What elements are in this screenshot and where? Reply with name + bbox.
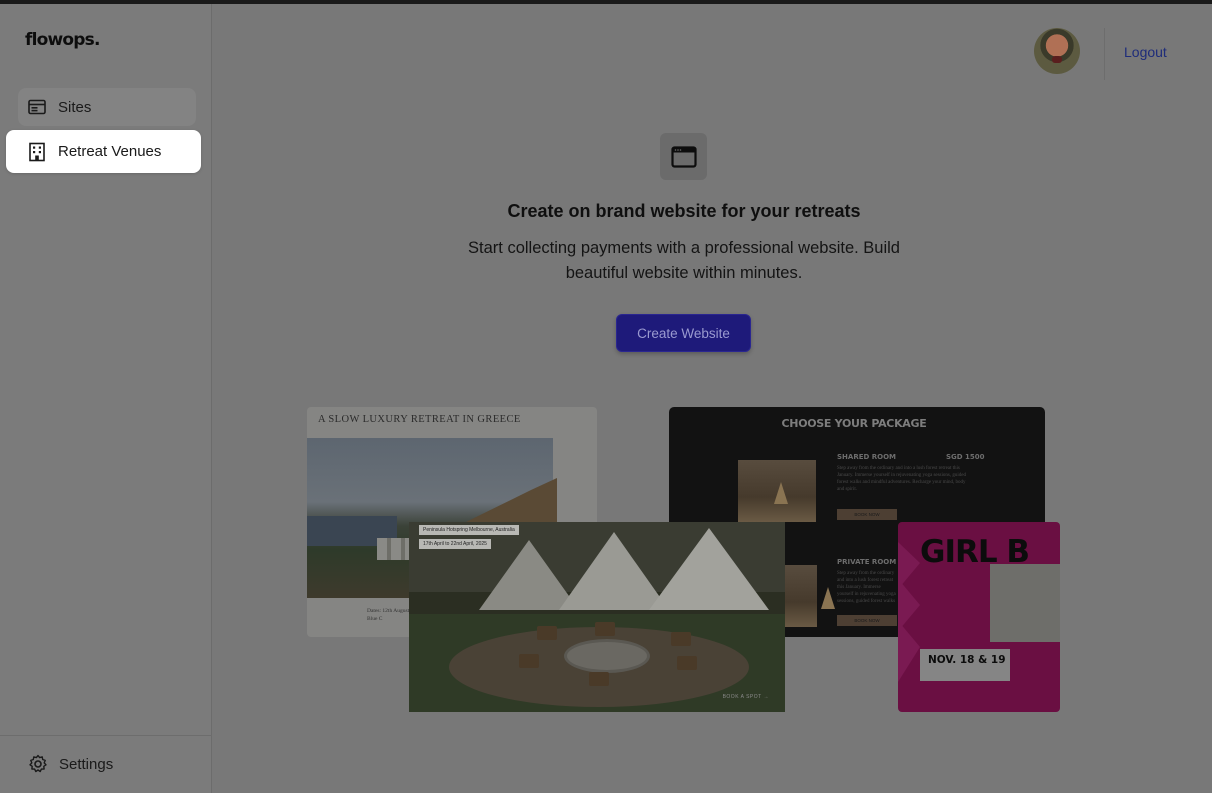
gear-icon: [28, 754, 48, 774]
empty-state-subtitle: Start collecting payments with a profess…: [404, 236, 964, 286]
footer-line: Dates: 12th August: [367, 608, 410, 614]
divider: [1104, 28, 1105, 80]
sidebar-item-label: Retreat Venues: [58, 143, 162, 160]
browser-window-icon: [27, 97, 47, 117]
footer-line: Blue C: [367, 616, 383, 622]
room-description: Step away from the ordinary and into a l…: [837, 466, 966, 492]
dates-tag: 17th April to 22nd April, 2025: [419, 539, 491, 549]
poster-photo: [990, 564, 1060, 642]
book-now-button: BOOK NOW: [837, 509, 897, 520]
preview-title: A SLOW LUXURY RETREAT IN GREECE: [318, 414, 521, 425]
poster-date: NOV. 18 & 19: [928, 654, 1006, 666]
logout-link[interactable]: Logout: [1124, 44, 1167, 60]
preview-footer: Dates: 12th August Blue C: [367, 607, 409, 623]
poster-title: GIRL B: [920, 534, 1030, 570]
avatar[interactable]: [1034, 28, 1080, 74]
empty-state-title: Create on brand website for your retreat…: [507, 201, 861, 221]
divider: [0, 735, 212, 736]
subtitle-line: beautiful website within minutes.: [565, 264, 803, 282]
sidebar-item-retreat-venues[interactable]: Retreat Venues: [6, 130, 201, 173]
browser-window-icon: [660, 133, 707, 180]
firepit: [564, 639, 650, 673]
preview-event-poster: GIRL B NOV. 18 & 19: [898, 522, 1060, 712]
subtitle-line: Start collecting payments with a profess…: [468, 239, 900, 257]
location-tag: Peninsula Hotspring Melbourne, Australia: [419, 525, 519, 535]
preview-title: CHOOSE YOUR PACKAGE: [781, 417, 927, 430]
room-label: SHARED ROOM: [837, 453, 896, 461]
building-icon: [27, 142, 47, 162]
room-price: SGD 1500: [946, 453, 985, 461]
brand-logo[interactable]: flowops.: [25, 30, 100, 50]
book-now-button: BOOK NOW: [837, 615, 897, 626]
sidebar-item-label: Sites: [58, 98, 92, 116]
sidebar-item-sites[interactable]: Sites: [18, 88, 196, 126]
sidebar-item-label: Settings: [59, 755, 114, 773]
room-photo: [785, 565, 817, 627]
sidebar-item-settings[interactable]: Settings: [20, 745, 198, 783]
create-website-button[interactable]: Create Website: [616, 314, 751, 352]
sidebar: flowops. Sites Retreat Venues Settings: [0, 4, 212, 793]
room-label: PRIVATE ROOM: [837, 558, 897, 566]
room-description: Step away from the ordinary and into a l…: [837, 571, 896, 604]
book-a-spot-link: BOOK A SPOT →: [722, 694, 769, 700]
room-photo: [738, 460, 816, 522]
preview-glamping: Peninsula Hotspring Melbourne, Australia…: [409, 522, 785, 712]
